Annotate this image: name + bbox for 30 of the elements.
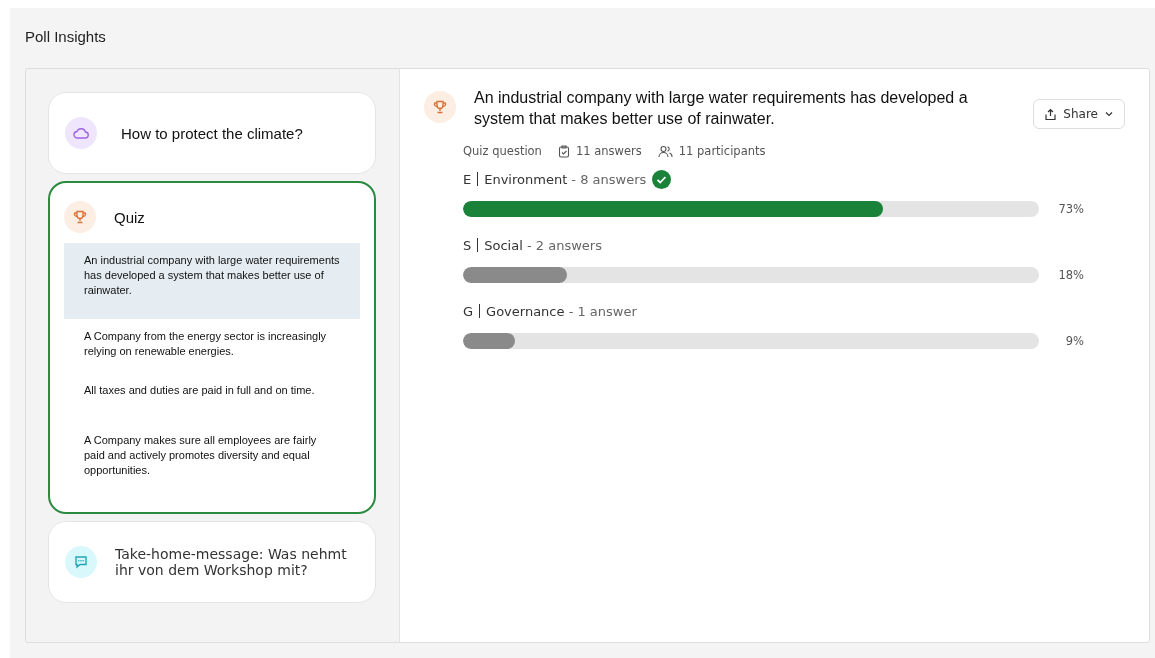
question-item[interactable]: A Company makes sure all employees are fairly paid and actively promotes diversity and equal opportunities. [64,423,360,492]
question-type: Quiz question [463,144,542,158]
share-icon [1044,107,1058,121]
poll-title: Take-home-message: Was nehmt ihr von dem Workshop mit? [115,546,348,578]
percentage: 9% [1064,334,1084,348]
percentage: 18% [1057,268,1084,282]
question-item[interactable]: A Company from the energy sector is increasingly relying on renewable energies. [64,319,360,373]
page-title: Poll Insights [25,28,107,47]
answers-count: 11 answers [575,144,642,158]
poll-title: Quiz [114,208,145,226]
poll-title: How to protect the climate? [121,124,303,142]
cloud-icon [73,127,89,139]
share-button[interactable]: Share [1033,99,1125,129]
question-item[interactable]: An industrial company with large water requirements has developed a system that makes better use of rainwater. [64,243,360,319]
poll-card[interactable]: Take-home-message: Was nehmt ihr von dem Workshop mit? [48,521,376,603]
chevron-down-icon [1104,109,1114,119]
option-label: E Environment - 8 answers [463,171,647,187]
option-label: G Governance - 1 answer [463,303,637,319]
trophy-icon [433,100,447,114]
question-title: An industrial company with large water requirements has developed a system that makes better use of rainwater. [474,88,969,129]
percentage: 73% [1057,202,1084,216]
chat-icon [74,555,88,569]
question-item[interactable]: All taxes and duties are paid in full and on time. [64,373,360,423]
trophy-icon [73,210,87,224]
poll-card[interactable] [48,181,376,514]
clipboard-check-icon [557,144,570,158]
users-icon [657,144,673,158]
participants-count: 11 participants [678,144,766,158]
poll-card[interactable]: How to protect the climate? [48,92,376,174]
option-label: S Social - 2 answers [463,237,602,253]
